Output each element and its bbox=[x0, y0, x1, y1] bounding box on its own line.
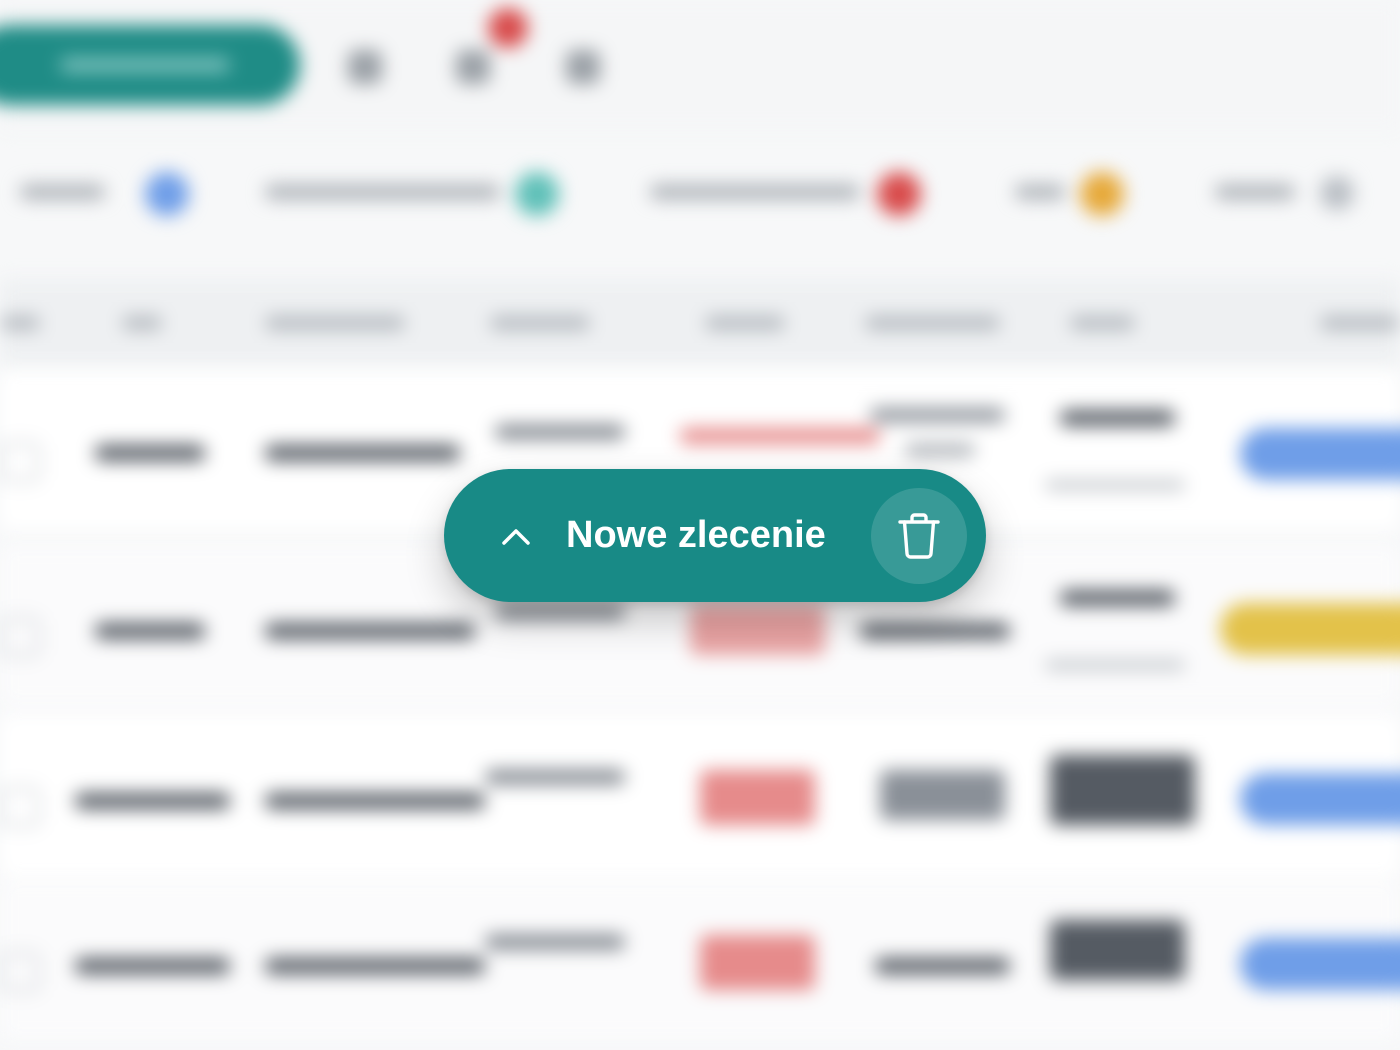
floating-action-bar: Nowe zlecenie bbox=[444, 469, 986, 602]
screen: Nowe zlecenie bbox=[0, 0, 1400, 1050]
top-toolbar bbox=[0, 0, 1400, 130]
user-icon bbox=[566, 50, 600, 84]
notification-badge bbox=[488, 8, 528, 48]
table-header bbox=[0, 280, 1400, 365]
table-row bbox=[0, 880, 1400, 1040]
table-row bbox=[0, 715, 1400, 875]
chevron-up-icon bbox=[502, 529, 530, 545]
new-order-primary-button bbox=[0, 25, 300, 105]
trash-icon bbox=[898, 513, 940, 559]
new-order-label: Nowe zlecenie bbox=[566, 514, 826, 556]
status-tabs bbox=[0, 150, 1400, 240]
notifications-icon bbox=[456, 50, 490, 84]
toolbar-icon bbox=[348, 50, 382, 84]
new-order-toggle-button[interactable]: Nowe zlecenie bbox=[444, 469, 844, 602]
delete-button[interactable] bbox=[871, 488, 967, 584]
